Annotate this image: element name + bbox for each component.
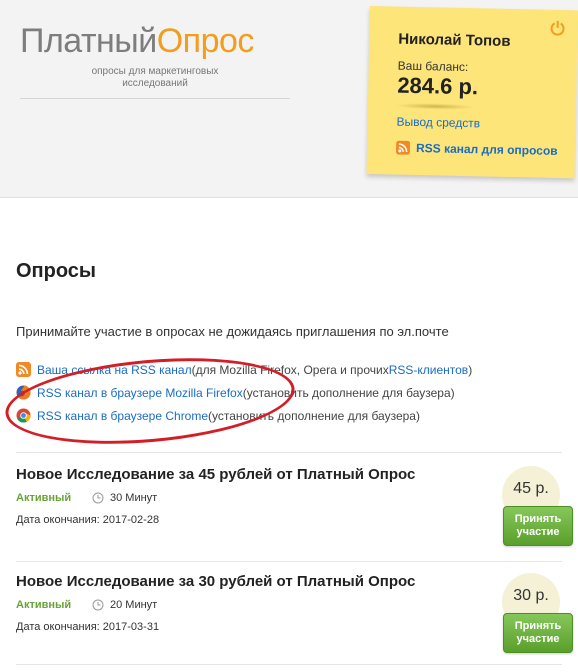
withdraw-link[interactable]: Вывод средств (396, 115, 480, 131)
balance-value: 284.6 р. (397, 72, 479, 100)
rss-icon (395, 140, 411, 155)
balance-label: Ваш баланс: (397, 58, 469, 75)
survey-meta: Активный 30 Минут (16, 492, 576, 504)
power-icon[interactable] (549, 20, 565, 36)
survey-status: Активный (16, 599, 72, 611)
rss-clients-link[interactable]: RSS-клиентов (389, 363, 468, 377)
account-note: Николай Топов Ваш баланс: 284.6 р. Вывод… (366, 6, 578, 179)
survey-duration: 30 Минут (110, 492, 158, 504)
section-divider (16, 561, 562, 562)
clock-icon (92, 492, 104, 504)
logo-text-gray: Платный (20, 22, 157, 60)
survey-status: Активный (16, 492, 72, 504)
survey-card: Новое Исследование за 45 рублей от Платн… (16, 466, 576, 546)
accept-survey-button[interactable]: Принять участие (503, 613, 573, 653)
balance-underline (394, 102, 475, 111)
rss-feed-link[interactable]: RSS канал для опросов (395, 140, 558, 158)
logo-text-orange: Опрос (156, 22, 255, 60)
logo-divider (20, 98, 290, 99)
page-title: Опросы (16, 260, 97, 282)
survey-card: Новое Исследование за 30 рублей от Платн… (16, 573, 576, 653)
site-header: ПлатныйОпрос опросы для маркетинговых ис… (0, 0, 578, 198)
survey-end-date: Дата окончания: 2017-02-28 (16, 514, 160, 526)
site-logo[interactable]: ПлатныйОпрос (20, 22, 254, 61)
rss-icon (16, 362, 31, 377)
user-name: Николай Топов (398, 30, 511, 50)
survey-title[interactable]: Новое Исследование за 45 рублей от Платн… (16, 466, 576, 483)
rss-link-note-end: ) (468, 362, 473, 377)
survey-end-date: Дата окончания: 2017-03-31 (16, 621, 160, 633)
survey-title[interactable]: Новое Исследование за 30 рублей от Платн… (16, 573, 576, 590)
intro-text: Принимайте участие в опросах не дожидаяс… (16, 324, 449, 339)
survey-duration: 20 Минут (110, 599, 158, 611)
accept-survey-button[interactable]: Принять участие (503, 506, 573, 546)
site-tagline: опросы для маркетинговых исследований (91, 66, 219, 89)
survey-meta: Активный 20 Минут (16, 599, 576, 611)
section-divider (16, 664, 562, 665)
clock-icon (92, 599, 104, 611)
rss-feed-label: RSS канал для опросов (415, 140, 558, 158)
section-divider (16, 452, 562, 453)
